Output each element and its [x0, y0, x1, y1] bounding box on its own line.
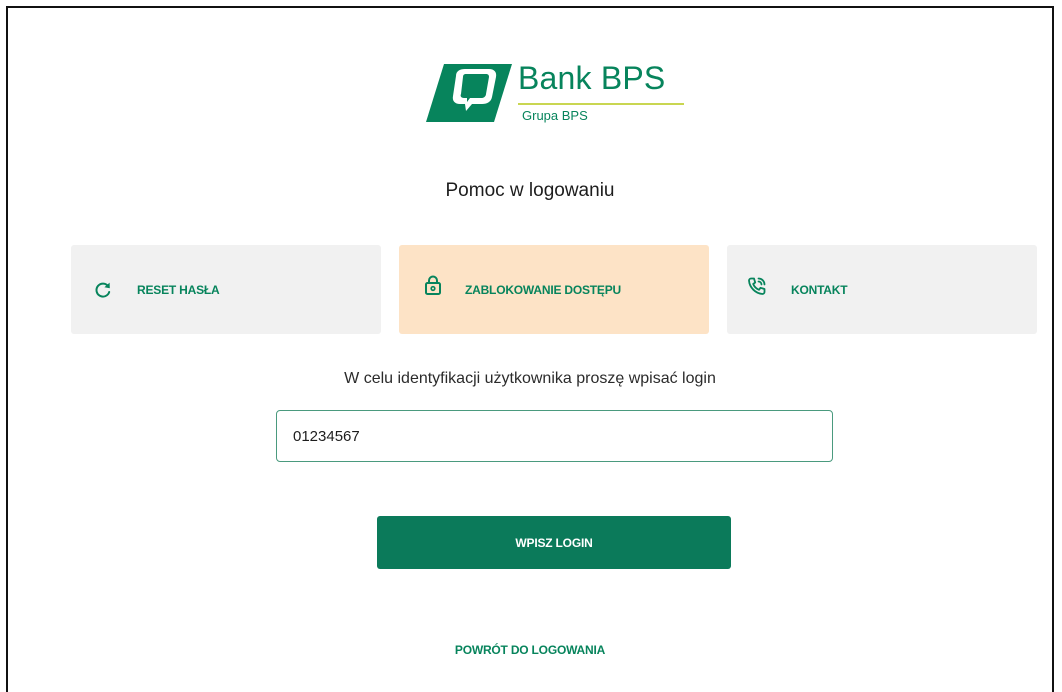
page-title: Pomoc w logowaniu — [445, 180, 615, 201]
block-access-option[interactable]: ZABLOKOWANIE DOSTĘPU — [399, 245, 709, 334]
bank-bps-logo-icon — [426, 64, 512, 122]
lock-icon — [423, 275, 443, 295]
login-help-page: Bank BPS Grupa BPS Pomoc w logowaniu RES… — [6, 6, 1054, 692]
bank-name: Bank BPS — [518, 60, 666, 96]
reset-password-label: RESET HASŁA — [137, 282, 220, 297]
phone-icon — [747, 276, 767, 296]
login-instruction: W celu identyfikacji użytkownika proszę … — [344, 370, 716, 387]
bank-logo: Bank BPS Grupa BPS — [426, 60, 690, 130]
contact-option[interactable]: KONTAKT — [727, 245, 1037, 334]
submit-login-button[interactable]: WPISZ LOGIN — [377, 516, 731, 569]
bank-group-name: Grupa BPS — [522, 108, 588, 123]
contact-label: KONTAKT — [791, 282, 848, 297]
back-to-login-link[interactable]: POWRÓT DO LOGOWANIA — [8, 643, 1052, 657]
logo-underline — [518, 103, 684, 105]
login-input[interactable] — [276, 410, 833, 462]
block-access-label: ZABLOKOWANIE DOSTĘPU — [465, 282, 622, 297]
reset-password-option[interactable]: RESET HASŁA — [71, 245, 381, 334]
refresh-icon — [93, 280, 113, 300]
